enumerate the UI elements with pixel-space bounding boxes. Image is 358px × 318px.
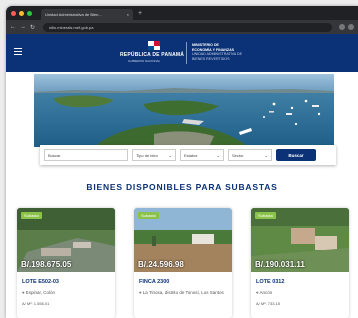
status-label: Estatus	[184, 152, 198, 158]
chevron-down-icon: ⌄	[168, 152, 172, 158]
property-location: ⌖ La Tinosa, distrito de Tonosí, Los San…	[139, 290, 227, 296]
new-tab-icon[interactable]: +	[138, 10, 142, 17]
property-price: B/.198.675.05	[21, 260, 72, 269]
address-bar-row: ← → ↻ sitio.minerals.mef.gob.pa	[6, 20, 358, 34]
property-photo: Subasta B/.190.031.11	[251, 208, 349, 272]
forward-icon[interactable]: →	[20, 24, 26, 30]
property-card[interactable]: Subasta B/.198.675.05 LOTE E502-03 ⌖ Esp…	[17, 208, 115, 318]
property-name[interactable]: LOTE 0312	[256, 279, 349, 285]
site-header: REPÚBLICA DE PANAMÁ GOBIERNO NACIONAL MI…	[6, 34, 358, 72]
url-field[interactable]: sitio.minerals.mef.gob.pa	[43, 22, 332, 32]
property-type-select[interactable]: Tipo de bien ⌄	[132, 149, 176, 161]
browser-tab[interactable]: Unidad Administrativa de Bien... ×	[41, 9, 133, 20]
sector-select[interactable]: Sector ⌄	[228, 149, 272, 161]
panama-flag-icon	[148, 41, 160, 50]
property-location: ⌖ Espinar, Colón	[22, 290, 110, 296]
property-name[interactable]: FINCA 2300	[139, 279, 232, 285]
republic-label: REPÚBLICA DE PANAMÁ	[120, 52, 185, 58]
sector-label: Sector	[232, 152, 244, 158]
status-select[interactable]: Estatus ⌄	[180, 149, 224, 161]
property-card[interactable]: Subasta B/.190.031.11 LOTE 0312 ⌖ Ancón …	[251, 208, 349, 318]
location-text: Espinar, Colón	[25, 290, 56, 295]
property-photo: Subasta B/.24.596.98	[134, 208, 232, 272]
minimize-window-icon[interactable]	[19, 10, 24, 16]
search-text-input[interactable]: Buscar	[44, 149, 128, 161]
auction-badge: Subasta	[138, 212, 159, 219]
header-divider	[186, 42, 187, 64]
profile-icon[interactable]	[348, 24, 354, 30]
ministry-logo-text: MINISTERIO DE ECONOMÍA Y FINANZAS UNIDAD…	[192, 43, 242, 61]
location-text: Ancón	[259, 290, 273, 295]
url-text: sitio.minerals.mef.gob.pa	[49, 24, 94, 30]
property-type-label: Tipo de bien	[136, 152, 158, 158]
chevron-down-icon: ⌄	[216, 152, 220, 158]
tab-bar: Unidad Administrativa de Bien... × +	[6, 6, 358, 20]
tab-close-icon[interactable]: ×	[127, 12, 129, 17]
property-area: A/ M²: 733.15	[256, 301, 281, 306]
auction-badge: Subasta	[21, 212, 42, 219]
extension-icon[interactable]	[339, 24, 345, 30]
search-button[interactable]: Buscar	[276, 149, 316, 161]
search-input-placeholder: Buscar	[48, 152, 61, 158]
tab-title: Unidad Administrativa de Bien...	[45, 12, 102, 17]
hamburger-menu-icon[interactable]	[14, 48, 22, 57]
location-text: La Tinosa, distrito de Tonosí, Los Santo…	[142, 290, 224, 295]
reload-icon[interactable]: ↻	[30, 24, 35, 31]
ministry-line-4: BIENES REVERTIDOS	[192, 56, 230, 61]
auction-badge: Subasta	[255, 212, 276, 219]
property-card[interactable]: Subasta B/.24.596.98 FINCA 2300 ⌖ La Tin…	[134, 208, 232, 318]
section-title: BIENES DISPONIBLES PARA SUBASTAS	[86, 182, 278, 192]
property-price: B/.24.596.98	[138, 260, 184, 269]
browser-window: Unidad Administrativa de Bien... × + ← →…	[6, 6, 358, 318]
property-location: ⌖ Ancón	[256, 290, 344, 296]
close-window-icon[interactable]	[11, 10, 16, 16]
back-icon[interactable]: ←	[10, 24, 16, 30]
property-area: A/ M²: 1.556.01	[22, 301, 50, 306]
hero-aerial-photo	[34, 74, 334, 147]
chevron-down-icon: ⌄	[264, 152, 268, 158]
property-price: B/.190.031.11	[255, 260, 305, 269]
republic-sublabel: GOBIERNO NACIONAL	[128, 59, 161, 63]
search-bar: Buscar Tipo de bien ⌄ Estatus ⌄ Sector ⌄ Bu…	[40, 145, 336, 165]
property-name[interactable]: LOTE E502-03	[22, 279, 115, 285]
maximize-window-icon[interactable]	[27, 10, 32, 16]
property-photo: Subasta B/.198.675.05	[17, 208, 115, 272]
